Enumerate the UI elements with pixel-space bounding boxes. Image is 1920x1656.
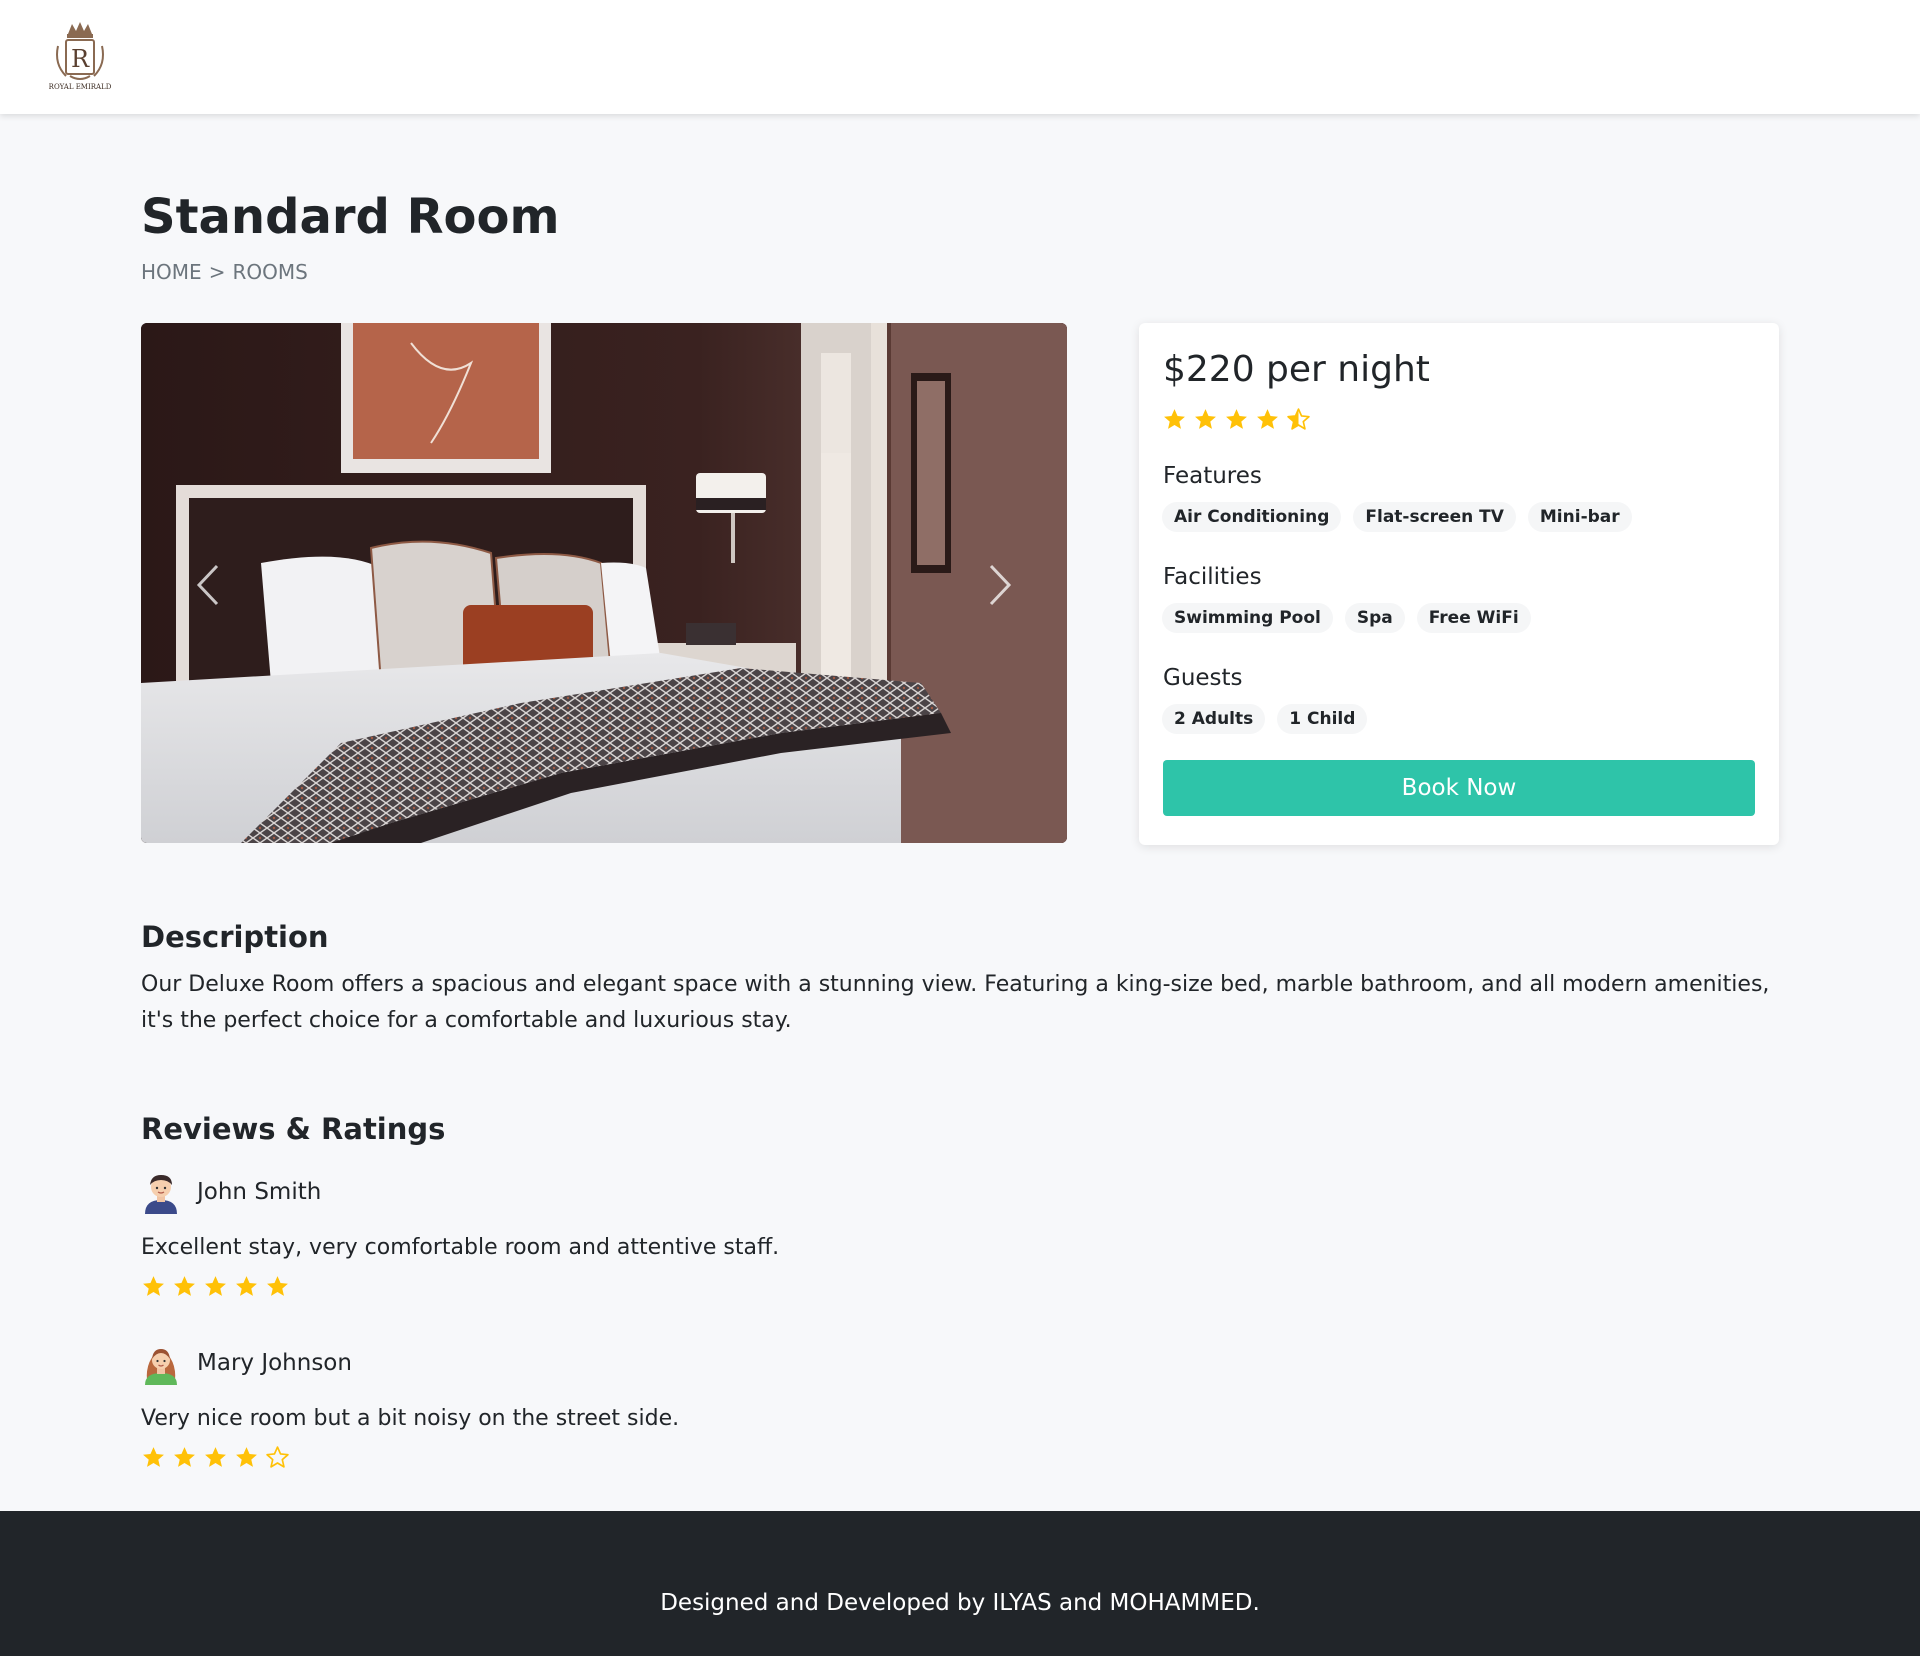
star-filled-icon xyxy=(1164,409,1185,429)
svg-text:ROYAL EMIRALD: ROYAL EMIRALD xyxy=(49,83,112,91)
star-filled-icon xyxy=(174,1276,195,1296)
star-filled-icon xyxy=(1257,409,1278,429)
review-rating xyxy=(141,1274,1041,1299)
breadcrumb: HOME > ROOMS xyxy=(141,258,308,286)
male-avatar-icon xyxy=(145,1175,177,1214)
chevron-left-icon xyxy=(196,564,219,606)
svg-text:R: R xyxy=(71,45,90,73)
guest-pill: 2 Adults xyxy=(1162,704,1266,734)
room-price: $220 per night xyxy=(1163,349,1430,390)
hotel-logo[interactable]: R ROYAL EMIRALD xyxy=(44,20,116,94)
review-header: John Smith xyxy=(141,1170,1041,1214)
feature-pill: Flat-screen TV xyxy=(1353,502,1516,532)
star-filled-icon xyxy=(205,1447,226,1467)
carousel-next-button[interactable] xyxy=(975,555,1025,615)
breadcrumb-rooms[interactable]: ROOMS xyxy=(232,258,307,286)
star-filled-icon xyxy=(1195,409,1216,429)
star-filled-icon xyxy=(236,1447,257,1467)
facilities-label: Facilities xyxy=(1163,564,1262,590)
reviewer-name: John Smith xyxy=(197,1179,322,1205)
star-filled-icon xyxy=(143,1276,164,1296)
carousel-prev-button[interactable] xyxy=(183,555,233,615)
review-item: John Smith Excellent stay, very comforta… xyxy=(141,1170,1041,1299)
breadcrumb-home[interactable]: HOME xyxy=(141,258,202,286)
features-list: Air Conditioning Flat-screen TV Mini-bar xyxy=(1162,502,1632,532)
guests-list: 2 Adults 1 Child xyxy=(1162,704,1368,734)
review-header: Mary Johnson xyxy=(141,1341,1041,1385)
room-rating xyxy=(1162,407,1311,432)
star-empty-icon xyxy=(266,1446,289,1468)
review-rating xyxy=(141,1445,1041,1470)
reviews-heading: Reviews & Ratings xyxy=(141,1112,446,1146)
footer-credits: Designed and Developed by ILYAS and MOHA… xyxy=(660,1590,1260,1616)
review-text: Excellent stay, very comfortable room an… xyxy=(141,1235,780,1260)
star-filled-icon xyxy=(174,1447,195,1467)
star-half-icon xyxy=(1287,408,1310,430)
facilities-list: Swimming Pool Spa Free WiFi xyxy=(1162,603,1531,633)
star-filled-icon xyxy=(205,1276,226,1296)
chevron-right-icon xyxy=(989,564,1012,606)
footer xyxy=(0,1511,1920,1656)
description-heading: Description xyxy=(141,920,329,954)
feature-pill: Mini-bar xyxy=(1527,502,1632,532)
room-image-carousel xyxy=(141,323,1067,843)
guest-pill: 1 Child xyxy=(1277,704,1368,734)
feature-pill: Air Conditioning xyxy=(1162,502,1342,532)
review-text: Very nice room but a bit noisy on the st… xyxy=(141,1406,680,1431)
facility-pill: Free WiFi xyxy=(1416,603,1531,633)
star-filled-icon xyxy=(267,1276,288,1296)
star-filled-icon xyxy=(1226,409,1247,429)
facility-pill: Swimming Pool xyxy=(1162,603,1333,633)
navbar: R ROYAL EMIRALD xyxy=(0,0,1920,114)
guests-label: Guests xyxy=(1163,665,1243,691)
booking-card: $220 per night Features Air Conditioning… xyxy=(1139,323,1779,845)
star-filled-icon xyxy=(236,1276,257,1296)
breadcrumb-separator: > xyxy=(208,260,226,284)
review-item: Mary Johnson Very nice room but a bit no… xyxy=(141,1341,1041,1470)
reviewer-name: Mary Johnson xyxy=(197,1350,352,1376)
star-filled-icon xyxy=(143,1447,164,1467)
facility-pill: Spa xyxy=(1344,603,1405,633)
female-avatar-icon xyxy=(145,1349,177,1385)
book-now-button[interactable]: Book Now xyxy=(1163,760,1755,816)
page-title: Standard Room xyxy=(141,189,560,245)
features-label: Features xyxy=(1163,463,1262,489)
room-photo xyxy=(141,323,1067,843)
description-text: Our Deluxe Room offers a spacious and el… xyxy=(141,972,1770,1033)
